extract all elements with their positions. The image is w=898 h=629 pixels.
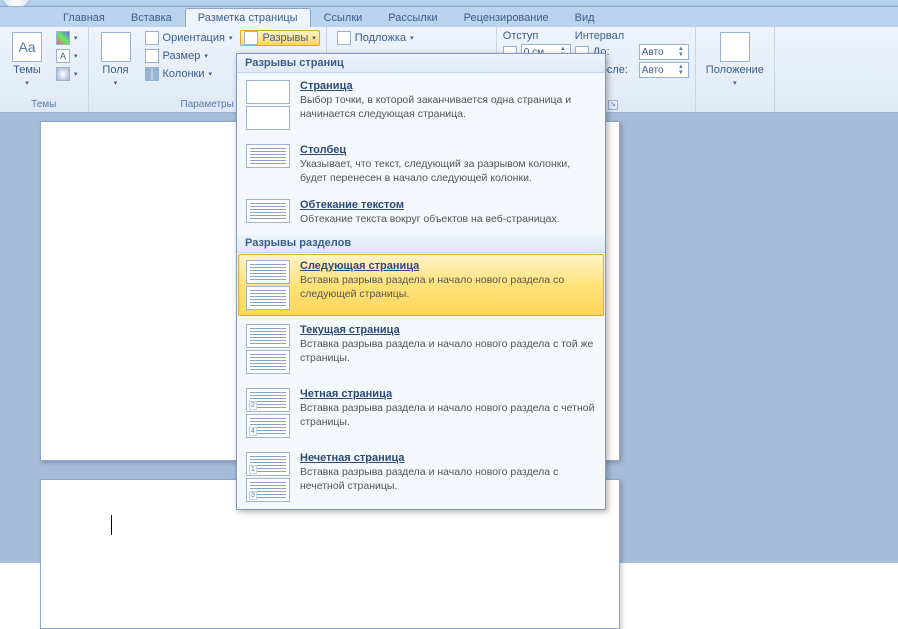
watermark-label: Подложка: [355, 32, 406, 44]
effects-icon: [56, 67, 70, 81]
break-oddpage-desc: Вставка разрыва раздела и начало нового …: [300, 466, 596, 493]
fonts-icon: A: [56, 49, 70, 63]
title-bar: [0, 0, 898, 7]
break-page-desc: Выбор точки, в которой заканчивается одн…: [300, 94, 596, 121]
margins-label: Поля: [102, 64, 128, 76]
break-textwrap-desc: Обтекание текста вокруг объектов на веб-…: [300, 213, 596, 227]
text-cursor: [111, 515, 112, 535]
break-column[interactable]: Столбец Указывает, что текст, следующий …: [237, 137, 605, 192]
size-label: Размер: [163, 50, 201, 62]
orientation-label: Ориентация: [163, 32, 225, 44]
tab-references[interactable]: Ссылки: [311, 8, 376, 27]
margins-button[interactable]: Поля▾: [95, 30, 137, 90]
group-page-setup-label: Параметры: [181, 99, 234, 110]
break-continuous-title: Текущая страница: [300, 324, 596, 336]
breaks-label: Разрывы: [262, 32, 308, 44]
position-button[interactable]: Положение▾: [702, 30, 768, 90]
break-page-title: Страница: [300, 80, 596, 92]
break-oddpage-title: Нечетная страница: [300, 452, 596, 464]
break-odd-page[interactable]: 13 Нечетная страница Вставка разрыва раз…: [237, 445, 605, 509]
breaks-gallery: Разрывы страниц Страница Выбор точки, в …: [236, 53, 606, 510]
tab-insert[interactable]: Вставка: [118, 8, 185, 27]
theme-effects-button[interactable]: ▾: [52, 66, 82, 82]
themes-icon: Aa: [12, 32, 42, 62]
tab-home[interactable]: Главная: [50, 8, 118, 27]
colors-icon: [56, 31, 70, 45]
spacing-after-field[interactable]: Авто▲▼: [639, 62, 689, 78]
paragraph-dialog-launcher[interactable]: ↘: [608, 100, 618, 110]
group-arrange: Положение▾: [696, 27, 775, 112]
watermark-icon: [337, 31, 351, 45]
orientation-icon: [145, 31, 159, 45]
break-continuous[interactable]: Текущая страница Вставка разрыва раздела…: [237, 317, 605, 381]
themes-button[interactable]: Aa Темы▾: [6, 30, 48, 90]
watermark-button[interactable]: Подложка ▾: [333, 30, 418, 46]
size-icon: [145, 49, 159, 63]
break-nextpage-desc: Вставка разрыва раздела и начало нового …: [300, 274, 596, 301]
indent-header: Отступ: [503, 30, 571, 42]
break-nextpage-title: Следующая страница: [300, 260, 596, 272]
tab-review[interactable]: Рецензирование: [451, 8, 562, 27]
columns-button[interactable]: Колонки ▾: [141, 66, 237, 82]
size-button[interactable]: Размер ▾: [141, 48, 237, 64]
themes-label: Темы: [13, 64, 41, 76]
break-evenpage-title: Четная страница: [300, 388, 596, 400]
orientation-button[interactable]: Ориентация ▾: [141, 30, 237, 46]
tab-page-layout[interactable]: Разметка страницы: [185, 8, 311, 27]
ribbon-tabstrip: Главная Вставка Разметка страницы Ссылки…: [0, 7, 898, 27]
breaks-button[interactable]: Разрывы ▾: [240, 30, 319, 46]
columns-label: Колонки: [163, 68, 205, 80]
break-page[interactable]: Страница Выбор точки, в которой заканчив…: [237, 73, 605, 137]
break-textwrap-title: Обтекание текстом: [300, 199, 596, 211]
group-themes-label: Темы: [6, 98, 82, 110]
margins-icon: [101, 32, 131, 62]
gallery-header-section-breaks: Разрывы разделов: [237, 234, 605, 253]
break-even-page[interactable]: 24 Четная страница Вставка разрыва разде…: [237, 381, 605, 445]
group-themes: Aa Темы▾ ▾ A▾ ▾ Темы: [0, 27, 89, 112]
gallery-header-page-breaks: Разрывы страниц: [237, 54, 605, 73]
break-evenpage-desc: Вставка разрыва раздела и начало нового …: [300, 402, 596, 429]
spacing-header: Интервал: [575, 30, 689, 42]
break-column-title: Столбец: [300, 144, 596, 156]
breaks-icon: [244, 31, 258, 45]
theme-colors-button[interactable]: ▾: [52, 30, 82, 46]
break-next-page[interactable]: Следующая страница Вставка разрыва разде…: [238, 254, 604, 316]
office-button[interactable]: [2, 0, 30, 7]
tab-view[interactable]: Вид: [562, 8, 608, 27]
position-icon: [720, 32, 750, 62]
theme-fonts-button[interactable]: A▾: [52, 48, 82, 64]
break-column-desc: Указывает, что текст, следующий за разры…: [300, 158, 596, 185]
break-text-wrapping[interactable]: Обтекание текстом Обтекание текста вокру…: [237, 192, 605, 234]
tab-mailings[interactable]: Рассылки: [375, 8, 450, 27]
spacing-before-field[interactable]: Авто▲▼: [639, 44, 689, 60]
position-label: Положение: [706, 64, 764, 76]
break-continuous-desc: Вставка разрыва раздела и начало нового …: [300, 338, 596, 365]
columns-icon: [145, 67, 159, 81]
